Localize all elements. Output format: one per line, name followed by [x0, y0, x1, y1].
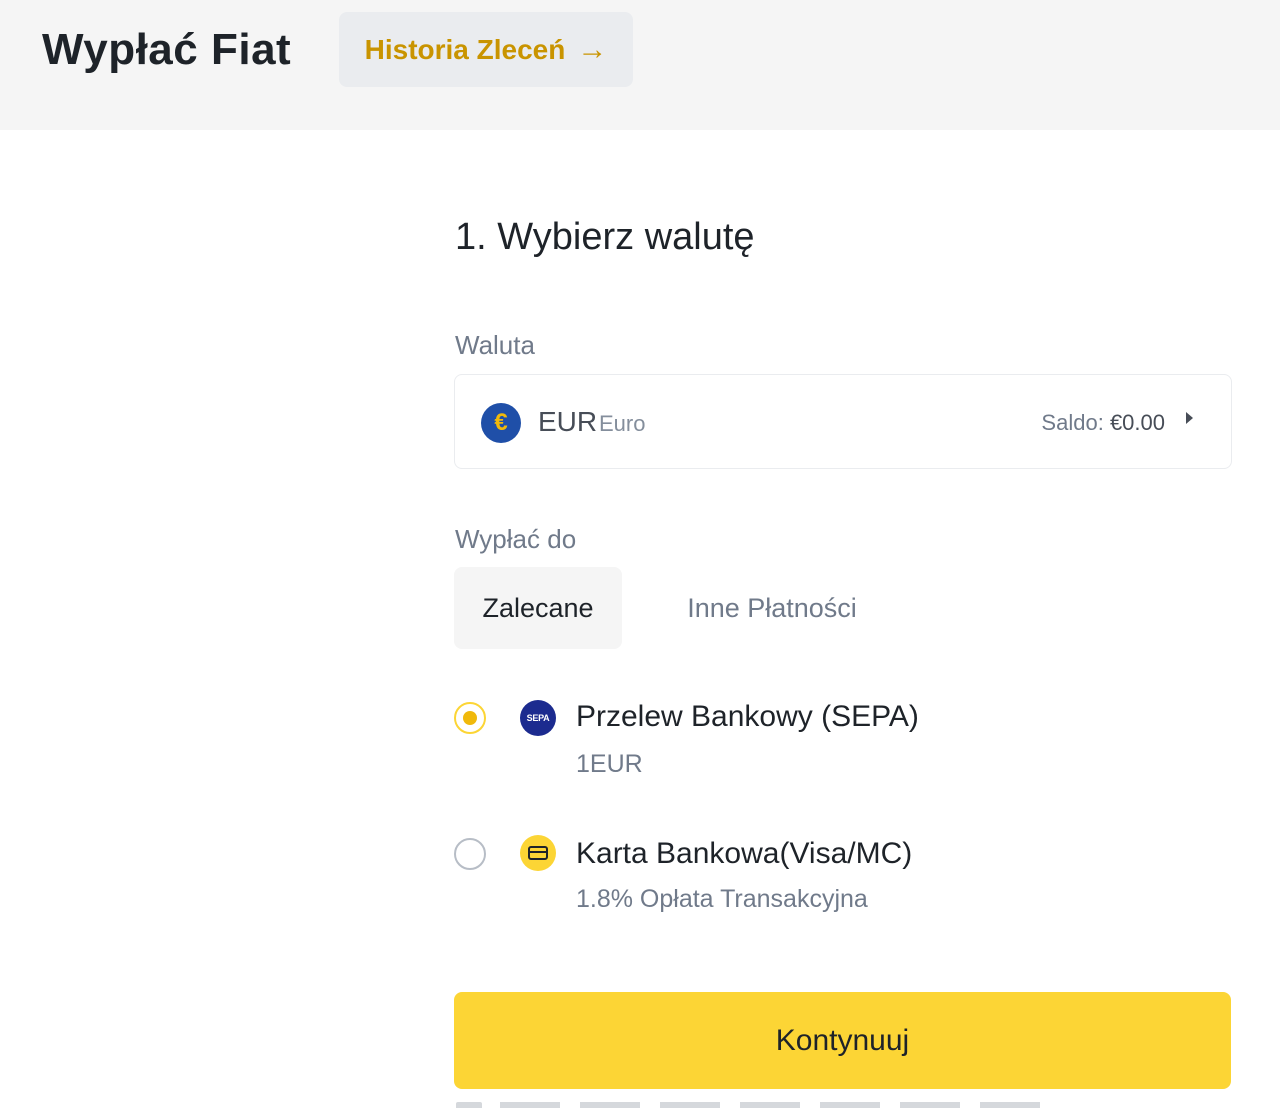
- balance-display: Saldo: €0.00: [1041, 408, 1165, 438]
- page-header: Wypłać Fiat Historia Zleceń →: [0, 0, 1280, 130]
- sepa-icon: SEPA: [520, 700, 556, 736]
- cropped-text: [500, 1102, 1056, 1108]
- continue-button[interactable]: Kontynuuj: [454, 992, 1231, 1089]
- payment-option-card[interactable]: Karta Bankowa(Visa/MC) 1.8% Opłata Trans…: [440, 833, 1040, 943]
- caret-right-icon: [1186, 412, 1193, 424]
- bank-card-icon: [520, 835, 556, 871]
- currency-select[interactable]: € EUR Euro Saldo: €0.00: [454, 374, 1232, 469]
- cropped-checkbox: [456, 1102, 482, 1108]
- order-history-label: Historia Zleceń: [364, 33, 566, 65]
- tab-recommended[interactable]: Zalecane: [454, 567, 622, 649]
- payment-method-fee: 1EUR: [576, 750, 643, 778]
- currency-label: Waluta: [455, 330, 535, 360]
- page-title: Wypłać Fiat: [42, 25, 292, 74]
- withdraw-to-label: Wypłać do: [455, 524, 577, 554]
- payment-method-name: Przelew Bankowy (SEPA): [576, 700, 919, 733]
- balance-label: Saldo:: [1041, 410, 1104, 435]
- order-history-button[interactable]: Historia Zleceń →: [339, 12, 633, 87]
- payment-option-sepa[interactable]: SEPA Przelew Bankowy (SEPA) 1EUR: [440, 696, 1040, 806]
- arrow-right-icon: →: [577, 32, 608, 66]
- radio-sepa[interactable]: [454, 702, 486, 734]
- tab-other-payments[interactable]: Inne Płatności: [662, 567, 882, 649]
- radio-card[interactable]: [454, 838, 486, 870]
- payment-method-fee: 1.8% Opłata Transakcyjna: [576, 885, 868, 913]
- balance-value: €0.00: [1109, 410, 1165, 435]
- payment-method-name: Karta Bankowa(Visa/MC): [576, 837, 913, 870]
- currency-code: EUR: [538, 406, 598, 437]
- card-shape: [528, 846, 548, 860]
- euro-coin-icon: €: [481, 403, 521, 443]
- currency-name: Euro: [599, 411, 646, 436]
- cropped-footer: [456, 1100, 1056, 1108]
- step-title: 1. Wybierz walutę: [455, 216, 755, 258]
